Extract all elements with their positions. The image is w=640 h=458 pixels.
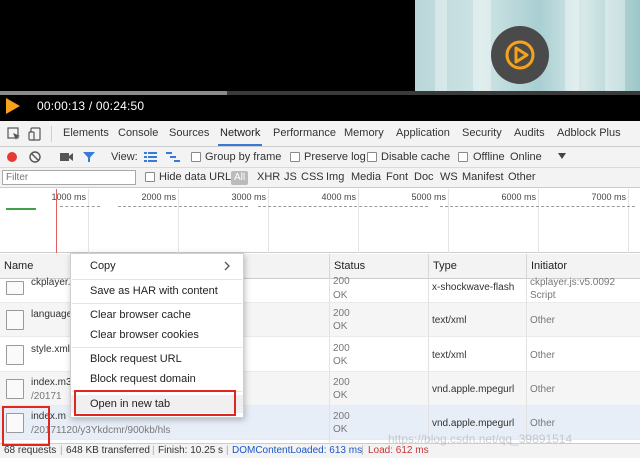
tab-performance[interactable]: Performance	[273, 121, 336, 146]
throttling-select[interactable]: Online	[510, 147, 542, 167]
timeline-tick: 5000 ms	[411, 192, 446, 202]
offline-label: Offline	[473, 151, 505, 163]
menu-item-block-url[interactable]: Block request URL	[71, 350, 243, 368]
file-icon	[6, 281, 24, 295]
filter-input[interactable]	[2, 170, 136, 185]
hide-data-urls-checkbox[interactable]	[145, 172, 155, 182]
chevron-right-icon	[224, 261, 230, 271]
chevron-down-icon[interactable]	[558, 153, 566, 159]
timeline-tick: 6000 ms	[501, 192, 536, 202]
filter-xhr[interactable]: XHR	[257, 168, 280, 187]
filter-other[interactable]: Other	[508, 168, 536, 187]
filter-ws[interactable]: WS	[440, 168, 458, 187]
tab-application[interactable]: Application	[396, 121, 450, 146]
group-by-frame-label: Group by frame	[205, 151, 282, 163]
timeline-tick: 7000 ms	[591, 192, 626, 202]
finish-time: Finish: 10.25 s	[158, 445, 224, 456]
dom-content-loaded: DOMContentLoaded: 613 ms	[232, 445, 363, 456]
group-by-frame-checkbox[interactable]	[191, 152, 201, 162]
tab-security[interactable]: Security	[462, 121, 502, 146]
devtools-tab-bar: Elements Console Sources Network Perform…	[0, 121, 640, 147]
view-label: View:	[111, 151, 138, 163]
video-player[interactable]: 00:00:13 / 00:24:50	[0, 0, 640, 121]
hide-data-urls-label: Hide data URLs	[159, 171, 237, 183]
menu-item-save-har[interactable]: Save as HAR with content	[71, 282, 243, 300]
video-time: 00:00:13 / 00:24:50	[37, 99, 145, 113]
timeline-tick: 3000 ms	[231, 192, 266, 202]
clear-icon[interactable]	[29, 151, 41, 163]
timeline-tick: 4000 ms	[321, 192, 356, 202]
timeline-overview[interactable]: 1000 ms 2000 ms 3000 ms 4000 ms 5000 ms …	[0, 189, 640, 253]
filter-font[interactable]: Font	[386, 168, 408, 187]
load-time: Load: 612 ms	[368, 445, 429, 456]
file-icon	[6, 310, 24, 330]
annotation-box	[74, 390, 236, 416]
record-icon[interactable]	[6, 151, 18, 163]
screenshot-icon[interactable]	[60, 152, 73, 162]
load-marker	[56, 189, 57, 253]
tab-audits[interactable]: Audits	[514, 121, 545, 146]
filter-img[interactable]: Img	[326, 168, 344, 187]
menu-item-block-domain[interactable]: Block request domain	[71, 370, 243, 388]
tab-console[interactable]: Console	[118, 121, 158, 146]
network-toolbar: View: Group by frame Preserve log Disabl…	[0, 147, 640, 168]
filter-css[interactable]: CSS	[301, 168, 324, 187]
transferred-size: 648 KB transferred	[66, 445, 150, 456]
watermark: https://blog.csdn.net/qq_39891514	[388, 432, 573, 446]
preserve-log-label: Preserve log	[304, 151, 366, 163]
waterfall-icon[interactable]	[166, 152, 180, 162]
filter-all-button[interactable]: All	[231, 171, 249, 185]
filter-media[interactable]: Media	[351, 168, 381, 187]
filter-icon[interactable]	[83, 151, 95, 163]
menu-item-clear-cache[interactable]: Clear browser cache	[71, 306, 243, 324]
disable-cache-label: Disable cache	[381, 151, 451, 163]
timeline-request-bar	[6, 208, 36, 210]
filter-js[interactable]: JS	[284, 168, 297, 187]
video-progress-bar[interactable]	[0, 91, 640, 95]
filter-bar: Hide data URLs All XHR JS CSS Img Media …	[0, 168, 640, 188]
inspect-element-icon[interactable]	[7, 127, 21, 141]
device-toolbar-icon[interactable]	[28, 127, 42, 141]
offline-checkbox[interactable]	[458, 152, 468, 162]
disable-cache-checkbox[interactable]	[367, 152, 377, 162]
play-icon[interactable]	[5, 97, 21, 115]
filter-manifest[interactable]: Manifest	[462, 168, 504, 187]
menu-item-copy[interactable]: Copy	[71, 257, 243, 275]
large-rows-icon[interactable]	[144, 152, 157, 162]
request-count: 68 requests	[4, 445, 57, 456]
menu-item-clear-cookies[interactable]: Clear browser cookies	[71, 326, 243, 344]
video-progress-fill	[0, 91, 227, 95]
file-icon	[6, 345, 24, 365]
tab-adblock-plus[interactable]: Adblock Plus	[557, 121, 621, 146]
timeline-tick: 2000 ms	[141, 192, 176, 202]
tab-elements[interactable]: Elements	[63, 121, 109, 146]
file-icon	[6, 379, 24, 399]
annotation-box	[2, 406, 50, 446]
tab-sources[interactable]: Sources	[169, 121, 209, 146]
preserve-log-checkbox[interactable]	[290, 152, 300, 162]
big-play-icon[interactable]	[491, 26, 549, 84]
filter-doc[interactable]: Doc	[414, 168, 434, 187]
tab-memory[interactable]: Memory	[344, 121, 384, 146]
tab-network[interactable]: Network	[218, 121, 263, 146]
